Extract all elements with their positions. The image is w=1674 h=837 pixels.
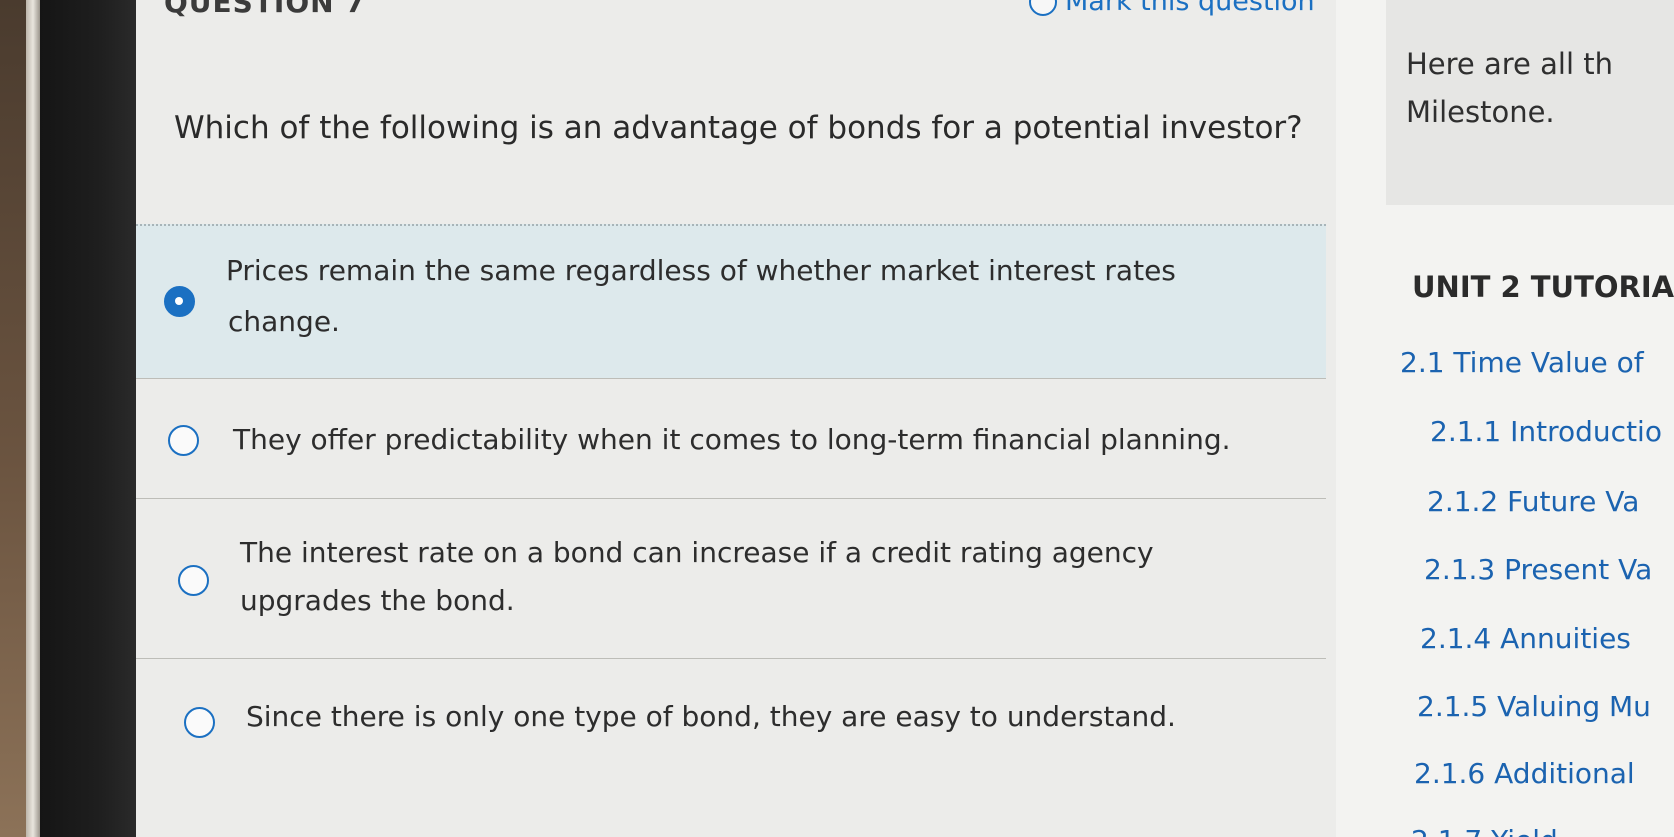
radio-empty-icon[interactable] bbox=[178, 565, 209, 596]
mark-question-toggle[interactable]: Mark this question bbox=[1029, 0, 1315, 17]
nav-item-2-1-5[interactable]: 2.1.5 Valuing Mu bbox=[1417, 690, 1651, 723]
milestone-intro-line2: Milestone. bbox=[1406, 95, 1555, 129]
screen: QUESTION 7 Mark this question Which of t… bbox=[136, 0, 1674, 837]
monitor-edge bbox=[26, 0, 40, 837]
answer-option-c-line2: upgrades the bond. bbox=[240, 584, 515, 617]
answer-option-c[interactable]: The interest rate on a bond can increase… bbox=[136, 498, 1326, 658]
photo-stage: QUESTION 7 Mark this question Which of t… bbox=[0, 0, 1674, 837]
answer-option-b-text: They offer predictability when it comes … bbox=[233, 423, 1231, 456]
question-panel: QUESTION 7 Mark this question Which of t… bbox=[136, 0, 1336, 837]
milestone-intro-box: Here are all th Milestone. bbox=[1386, 0, 1674, 205]
answer-option-d-text: Since there is only one type of bond, th… bbox=[246, 700, 1176, 733]
nav-item-2-1[interactable]: 2.1 Time Value of bbox=[1400, 346, 1644, 379]
milestone-intro-text: Here are all th Milestone. bbox=[1406, 40, 1674, 136]
nav-item-2-1-1[interactable]: 2.1.1 Introductio bbox=[1430, 415, 1662, 448]
nav-item-2-1-2[interactable]: 2.1.2 Future Va bbox=[1427, 485, 1639, 518]
nav-item-2-1-4[interactable]: 2.1.4 Annuities bbox=[1420, 622, 1631, 655]
radio-empty-icon[interactable] bbox=[168, 425, 199, 456]
unit-title: UNIT 2 TUTORIA bbox=[1412, 270, 1674, 304]
answer-option-a-line2: change. bbox=[228, 305, 340, 338]
nav-item-2-1-6[interactable]: 2.1.6 Additional bbox=[1414, 757, 1635, 790]
answer-option-b[interactable]: They offer predictability when it comes … bbox=[136, 378, 1326, 498]
nav-item-2-1-7[interactable]: 2.1.7 Yield bbox=[1411, 824, 1558, 837]
answer-options: Prices remain the same regardless of whe… bbox=[136, 224, 1336, 778]
answer-option-a-line1: Prices remain the same regardless of whe… bbox=[226, 254, 1176, 287]
answer-option-c-line1: The interest rate on a bond can increase… bbox=[240, 536, 1154, 569]
question-text: Which of the following is an advantage o… bbox=[174, 110, 1303, 146]
milestone-intro-line1: Here are all th bbox=[1406, 47, 1613, 81]
nav-item-2-1-3[interactable]: 2.1.3 Present Va bbox=[1424, 553, 1652, 586]
mark-question-radio[interactable] bbox=[1029, 0, 1057, 16]
radio-empty-icon[interactable] bbox=[184, 707, 215, 738]
tutorial-sidebar: Here are all th Milestone. UNIT 2 TUTORI… bbox=[1336, 0, 1674, 837]
answer-option-a[interactable]: Prices remain the same regardless of whe… bbox=[136, 224, 1326, 378]
mark-question-label: Mark this question bbox=[1065, 0, 1315, 17]
monitor-bezel bbox=[40, 0, 136, 837]
answer-option-d[interactable]: Since there is only one type of bond, th… bbox=[136, 658, 1326, 778]
question-number: QUESTION 7 bbox=[164, 0, 366, 19]
radio-selected-icon[interactable] bbox=[164, 286, 195, 317]
